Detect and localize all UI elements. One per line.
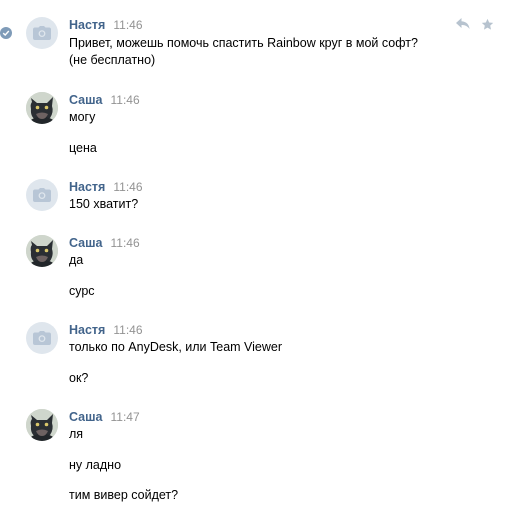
message-header: Настя 11:46 <box>69 179 143 195</box>
message-text: только по AnyDesk, или Team Viewer <box>69 340 283 354</box>
message-text: да <box>69 253 84 267</box>
message-header: Настя 11:46 <box>69 17 143 33</box>
reply-icon[interactable] <box>456 18 470 32</box>
message-text: 150 хватит? <box>69 197 139 211</box>
message-header: Саша 11:47 <box>69 409 140 425</box>
cat-photo-icon <box>26 409 58 441</box>
message-text: ля <box>69 427 84 441</box>
star-icon[interactable] <box>481 18 495 32</box>
avatar[interactable] <box>26 235 58 267</box>
message-3[interactable]: Настя 11:46 150 хватит? <box>0 179 529 215</box>
message-text: тим вивер сойдет? <box>69 488 179 502</box>
message-time[interactable]: 11:47 <box>111 410 140 424</box>
avatar[interactable] <box>26 322 58 354</box>
cat-photo-icon <box>26 235 58 267</box>
message-header: Саша 11:46 <box>69 92 140 108</box>
message-2[interactable]: Саша 11:46 могу цена <box>0 92 529 162</box>
message-text: цена <box>69 141 97 155</box>
camera-icon <box>33 331 51 345</box>
cat-photo-icon <box>26 92 58 124</box>
avatar[interactable] <box>26 92 58 124</box>
message-text: Привет, можешь помочь спастить Rainbow к… <box>69 36 418 50</box>
message-time[interactable]: 11:46 <box>113 323 142 337</box>
message-text: ок? <box>69 371 89 385</box>
message-time[interactable]: 11:46 <box>111 93 140 107</box>
avatar[interactable] <box>26 409 58 441</box>
message-text: (не бесплатно) <box>69 53 156 67</box>
avatar[interactable] <box>26 179 58 211</box>
message-text: ну ладно <box>69 458 122 472</box>
message-time[interactable]: 11:46 <box>111 236 140 250</box>
message-4[interactable]: Саша 11:46 да сурс <box>0 235 529 305</box>
message-1[interactable]: Настя 11:46 Привет, можешь помочь спастит… <box>0 17 529 69</box>
author-name[interactable]: Настя <box>69 18 105 32</box>
author-name[interactable]: Саша <box>69 410 103 424</box>
message-5[interactable]: Настя 11:46 только по AnyDesk, или Team V… <box>0 322 529 392</box>
author-name[interactable]: Настя <box>69 323 105 337</box>
message-time[interactable]: 11:46 <box>113 180 142 194</box>
message-text: сурс <box>69 284 95 298</box>
message-6[interactable]: Саша 11:47 ля ну ладно тим вивер сойдет? <box>0 409 529 509</box>
author-name[interactable]: Саша <box>69 93 103 107</box>
camera-icon <box>33 26 51 40</box>
message-text: могу <box>69 110 96 124</box>
avatar[interactable] <box>26 17 58 49</box>
message-header: Настя 11:46 <box>69 322 143 338</box>
camera-icon <box>33 188 51 202</box>
check-circle-icon[interactable] <box>0 27 12 39</box>
message-time[interactable]: 11:46 <box>113 18 142 32</box>
message-header: Саша 11:46 <box>69 235 140 251</box>
author-name[interactable]: Саша <box>69 236 103 250</box>
author-name[interactable]: Настя <box>69 180 105 194</box>
